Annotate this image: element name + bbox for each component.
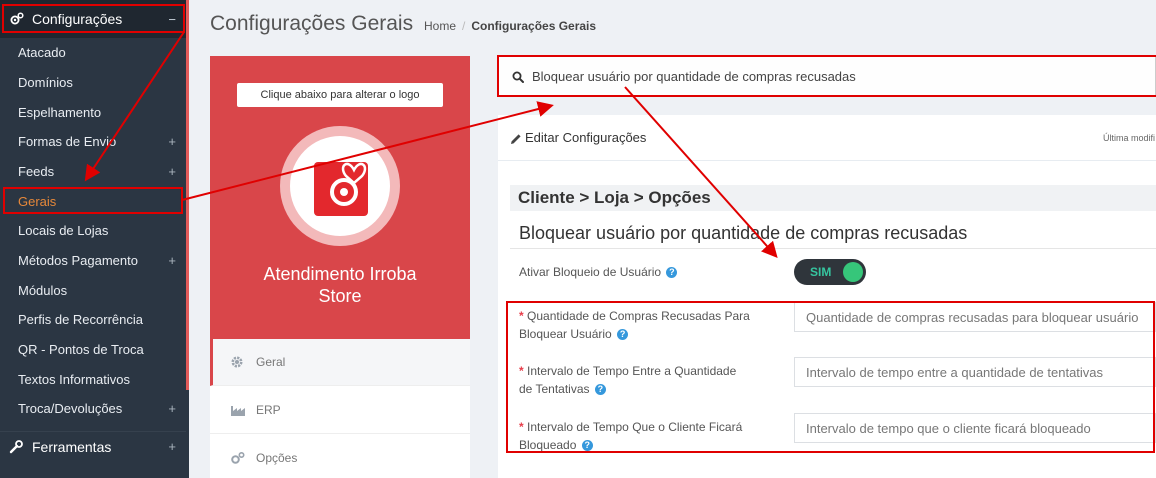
search-icon xyxy=(512,70,524,83)
required-mark: * xyxy=(519,309,524,323)
sidebar-item-label: Perfis de Recorrência xyxy=(18,311,143,327)
gears-icon xyxy=(9,11,25,27)
sidebar-item-troca-devolucoes[interactable]: Troca/Devoluções + xyxy=(0,393,186,423)
store-logo-panel: Clique abaixo para alterar o logo Atendi… xyxy=(210,56,470,339)
settings-tabs: Geral ERP Opções xyxy=(210,339,470,478)
pencil-icon xyxy=(510,132,522,144)
gear-icon xyxy=(230,355,244,369)
settings-content: Editar Configurações Última modifi Clien… xyxy=(498,115,1156,478)
intervalo-tentativas-input[interactable] xyxy=(794,357,1156,387)
help-icon[interactable]: ? xyxy=(617,329,629,341)
sidebar-item-textos-informativos[interactable]: Textos Informativos xyxy=(0,364,186,394)
sidebar-item-dominios[interactable]: Domínios xyxy=(0,67,186,97)
field-label-text: Intervalo de Tempo Que o Cliente Ficará xyxy=(527,420,743,434)
section-title: Bloquear usuário por quantidade de compr… xyxy=(519,223,968,243)
sidebar-item-espelhamento[interactable]: Espelhamento xyxy=(0,97,186,127)
tab-label: Opções xyxy=(256,451,298,465)
sidebar-item-feeds[interactable]: Feeds + xyxy=(0,156,186,186)
help-icon[interactable]: ? xyxy=(594,384,606,396)
sidebar-item-label: Ferramentas xyxy=(32,438,112,455)
sidebar-item-modulos[interactable]: Módulos xyxy=(0,275,186,305)
tab-opcoes[interactable]: Opções xyxy=(210,435,470,478)
field-label-text: Bloquear Usuário xyxy=(519,327,612,341)
factory-icon xyxy=(230,403,245,417)
expand-icon[interactable]: + xyxy=(168,134,176,149)
sidebar-item-atacado[interactable]: Atacado xyxy=(0,37,186,67)
expand-icon[interactable]: + xyxy=(168,401,176,416)
sidebar-item-label: Textos Informativos xyxy=(18,371,130,387)
sidebar-item-label: Formas de Envio xyxy=(18,133,117,149)
expand-icon[interactable]: + xyxy=(168,164,176,179)
page-title: Configurações Gerais xyxy=(210,12,414,35)
field-label-text: Intervalo de Tempo Entre a Quantidade xyxy=(527,364,737,378)
change-logo-button[interactable]: Clique abaixo para alterar o logo xyxy=(237,83,443,107)
divider xyxy=(510,248,1156,249)
toggle-knob xyxy=(843,262,863,282)
sidebar-item-label: Feeds xyxy=(18,163,55,179)
compras-recusadas-input[interactable] xyxy=(794,302,1156,332)
field-label-intervalo-tentativas: * Intervalo de Tempo Entre a Quantidade … xyxy=(519,362,769,398)
sidebar-item-perfis-de-recorrencia[interactable]: Perfis de Recorrência xyxy=(0,304,186,334)
tab-label: Geral xyxy=(256,355,286,369)
section-breadcrumb-text: Cliente > Loja > Opções xyxy=(518,188,711,207)
toggle-label: Ativar Bloqueio de Usuário ? xyxy=(519,263,678,281)
last-modified: Última modifi xyxy=(1103,133,1156,143)
sidebar-item-locais-de-lojas[interactable]: Locais de Lojas xyxy=(0,215,186,245)
store-name-line: Atendimento Irroba xyxy=(263,264,417,284)
help-icon[interactable]: ? xyxy=(666,267,678,279)
breadcrumb-current: Configurações Gerais xyxy=(471,19,597,33)
section-breadcrumb: Cliente > Loja > Opções xyxy=(510,185,1156,211)
gears-icon xyxy=(230,451,245,465)
help-icon[interactable]: ? xyxy=(581,440,593,452)
settings-search xyxy=(498,56,1156,96)
toggle-state: SIM xyxy=(810,265,832,279)
store-name-line: Store xyxy=(318,286,362,306)
toggle-label-text: Ativar Bloqueio de Usuário xyxy=(519,265,662,279)
sidebar-item-label: Módulos xyxy=(18,282,68,298)
expand-icon[interactable]: + xyxy=(168,253,176,268)
field-label-compras-recusadas: * Quantidade de Compras Recusadas Para B… xyxy=(519,307,769,343)
tab-label: ERP xyxy=(256,403,281,417)
sidebar-item-label: Métodos Pagamento xyxy=(18,252,138,268)
required-mark: * xyxy=(519,420,524,434)
breadcrumb-separator: / xyxy=(462,19,466,33)
sidebar-item-ferramentas[interactable]: Ferramentas + xyxy=(0,431,186,461)
tab-erp[interactable]: ERP xyxy=(210,387,470,434)
content-header-title: Editar Configurações xyxy=(525,130,647,145)
breadcrumb-home[interactable]: Home xyxy=(424,19,456,33)
field-label-text: de Tentativas xyxy=(519,382,590,396)
block-user-toggle[interactable]: SIM xyxy=(794,259,866,285)
sidebar-item-metodos-pagamento[interactable]: Métodos Pagamento + xyxy=(0,245,186,275)
search-input[interactable] xyxy=(532,68,1132,84)
sidebar-header-label: Configurações xyxy=(32,11,123,27)
sidebar-active-strip xyxy=(186,0,189,390)
sidebar-item-qr-pontos-de-troca[interactable]: QR - Pontos de Troca xyxy=(0,334,186,364)
sidebar: Configurações − Atacado Domínios Espelha… xyxy=(0,0,189,478)
intervalo-bloqueio-input[interactable] xyxy=(794,413,1156,443)
store-logo xyxy=(314,162,368,216)
required-mark: * xyxy=(519,364,524,378)
tab-geral[interactable]: Geral xyxy=(210,339,470,386)
sidebar-item-label: Espelhamento xyxy=(18,104,102,120)
field-label-intervalo-bloqueio: * Intervalo de Tempo Que o Cliente Ficar… xyxy=(519,418,769,454)
expand-icon[interactable]: + xyxy=(168,439,176,454)
field-label-text: Bloqueado xyxy=(519,438,577,452)
sidebar-header-configuracoes[interactable]: Configurações − xyxy=(0,0,186,38)
store-name: Atendimento Irroba Store xyxy=(210,263,470,307)
sidebar-item-label: Troca/Devoluções xyxy=(18,400,123,416)
collapse-icon[interactable]: − xyxy=(168,12,176,27)
sidebar-item-label: Locais de Lojas xyxy=(18,222,109,238)
sidebar-item-label: Domínios xyxy=(18,74,73,90)
sidebar-item-label: QR - Pontos de Troca xyxy=(18,341,144,357)
sidebar-item-gerais[interactable]: Gerais xyxy=(0,186,186,216)
content-header: Editar Configurações Última modifi xyxy=(498,115,1156,161)
breadcrumb: Home / Configurações Gerais xyxy=(424,19,596,33)
sidebar-item-label: Gerais xyxy=(18,193,57,209)
wrench-icon xyxy=(9,439,23,454)
sidebar-item-formas-de-envio[interactable]: Formas de Envio + xyxy=(0,126,186,156)
field-label-text: Quantidade de Compras Recusadas Para xyxy=(527,309,750,323)
sidebar-item-label: Atacado xyxy=(18,44,66,60)
